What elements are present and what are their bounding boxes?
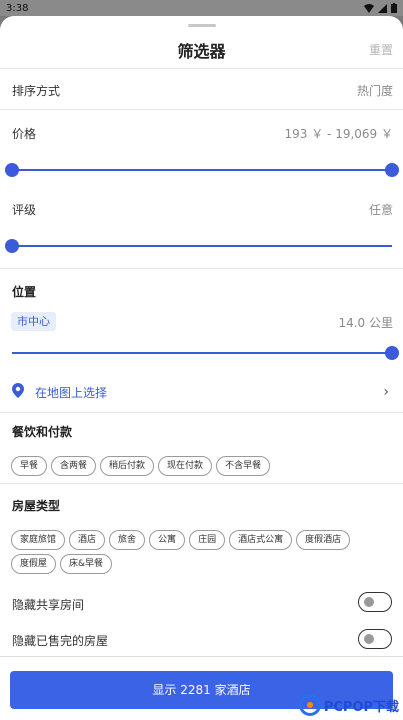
toggle-knob	[364, 597, 374, 607]
price-label: 价格	[12, 127, 37, 141]
meal-chip-pay-later[interactable]: 稍后付款	[100, 456, 155, 476]
wifi-icon	[364, 3, 374, 13]
divider	[0, 109, 403, 110]
hide-shared-label: 隐藏共享房间	[12, 598, 85, 612]
toggle-knob	[364, 634, 374, 644]
chevron-right-icon: ›	[383, 384, 389, 400]
location-pin-icon	[12, 383, 24, 398]
status-time: 3:38	[6, 2, 29, 14]
rating-slider-track[interactable]	[12, 245, 392, 247]
type-chip-apartment[interactable]: 公寓	[149, 530, 186, 550]
type-chip-holiday-home[interactable]: 度假屋	[11, 554, 57, 574]
signal-icon	[378, 3, 387, 13]
divider	[0, 412, 403, 413]
rating-thumb[interactable]	[5, 239, 19, 253]
rating-label: 评级	[12, 203, 37, 217]
sort-value[interactable]: 热门度	[357, 82, 393, 99]
status-bar: 3:38	[0, 0, 403, 16]
type-chip-guesthouse[interactable]: 家庭旅馆	[11, 530, 66, 550]
watermark-logo-icon	[298, 694, 321, 716]
type-chip-resort[interactable]: 度假酒店	[296, 530, 351, 550]
filter-sheet: 筛选器 重置 排序方式 热门度 价格 193 ￥ - 19,069 ￥ 评级 任…	[0, 16, 403, 720]
price-min-thumb[interactable]	[5, 163, 19, 177]
rating-value: 任意	[368, 203, 393, 217]
property-type-label: 房屋类型	[12, 499, 61, 513]
type-chip-hotel[interactable]: 酒店	[69, 530, 106, 550]
sort-label[interactable]: 排序方式	[12, 82, 60, 99]
watermark: PCPOP下载	[298, 694, 399, 716]
page-title: 筛选器	[177, 42, 226, 61]
type-chip-bnb[interactable]: 床&早餐	[60, 554, 113, 574]
hide-soldout-toggle[interactable]	[358, 629, 392, 649]
meal-chip-no-breakfast[interactable]: 不含早餐	[216, 456, 271, 476]
type-chip-hostel[interactable]: 旅舍	[109, 530, 146, 550]
divider	[0, 483, 403, 484]
location-thumb[interactable]	[385, 346, 399, 360]
type-chip-manor[interactable]: 庄园	[189, 530, 226, 550]
location-label: 位置	[12, 285, 37, 299]
meals-label: 餐饮和付款	[12, 425, 73, 439]
hide-shared-toggle[interactable]	[358, 592, 392, 612]
meal-chip-pay-now[interactable]: 现在付款	[158, 456, 213, 476]
property-type-chips: 家庭旅馆 酒店 旅舍 公寓 庄园 酒店式公寓 度假酒店 度假屋 床&早餐	[11, 530, 371, 574]
price-max-thumb[interactable]	[385, 163, 399, 177]
type-chip-aparthotel[interactable]: 酒店式公寓	[229, 530, 293, 550]
map-select-row[interactable]: 在地图上选择 ›	[0, 378, 403, 404]
drag-handle[interactable]	[188, 24, 216, 27]
map-select-label: 在地图上选择	[35, 386, 108, 400]
meal-chip-breakfast[interactable]: 早餐	[11, 456, 48, 476]
divider	[0, 268, 403, 269]
footer-divider	[0, 656, 403, 657]
status-icons	[364, 3, 397, 13]
battery-icon	[391, 3, 397, 13]
divider	[0, 68, 403, 69]
meals-chips: 早餐 含两餐 稍后付款 现在付款 不含早餐	[11, 456, 371, 476]
watermark-text: PCPOP下载	[323, 699, 399, 715]
meal-chip-half-board[interactable]: 含两餐	[51, 456, 97, 476]
location-chip[interactable]: 市中心	[11, 312, 56, 331]
hide-soldout-label: 隐藏已售完的房屋	[12, 634, 109, 648]
location-distance: 14.0 公里	[338, 316, 393, 330]
reset-button[interactable]: 重置	[369, 41, 393, 58]
location-slider-track[interactable]	[12, 352, 392, 354]
price-value: 193 ￥ - 19,069 ￥	[284, 127, 393, 141]
price-slider-track[interactable]	[12, 169, 392, 171]
